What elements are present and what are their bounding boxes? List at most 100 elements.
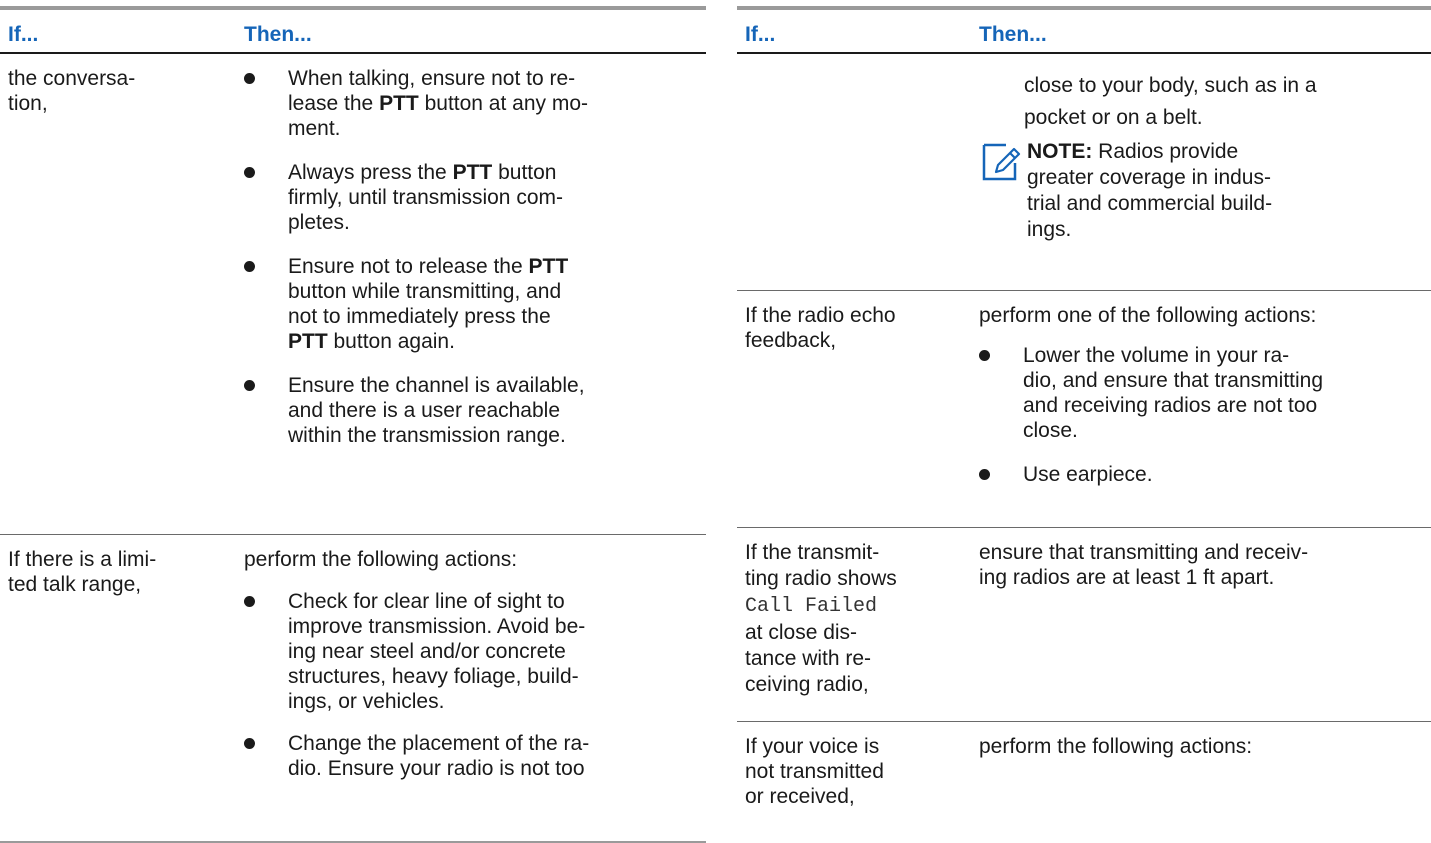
text-run: If the transmit- [745,541,880,564]
screen-message: Call Failed [745,595,878,618]
text-line: ing near steel and/or concrete [288,639,694,664]
if-cell: If the radio echo feedback, [745,303,960,353]
text-line: and receiving radios are not too [1023,393,1429,418]
list-item-text: Ensure the channel is available, and ther… [288,373,694,448]
text-run: ment. [288,117,341,140]
text-run: Lower the volume in your ra- [1023,344,1290,367]
text-line: Always press the PTT button [288,160,694,185]
bullet-icon [979,469,990,480]
text-line: Call Failed [745,592,960,620]
right-table: If... Then... close to your body, such a… [737,6,1431,808]
text-line: ment. [288,116,694,141]
table-header: If... Then... [0,10,706,54]
table-row-echo-feedback: If the radio echo feedback, perform one … [737,290,1431,528]
then-column-header: Then... [244,23,312,46]
text-run: button at any mo- [418,92,589,115]
then-column-header: Then... [979,23,1047,46]
table-row-call-failed: If the transmit-ting radio shows Call Fai… [737,527,1431,722]
then-cell: ensure that transmitting and receiv- ing… [979,540,1429,590]
text-line: firmly, until transmission com- [288,185,694,210]
bullet-list: Lower the volume in your ra-dio, and ens… [979,343,1429,487]
list-item-text: Use earpiece. [1023,462,1429,487]
text-run: Radios provide [1092,140,1239,163]
list-item: When talking, ensure not to re-lease the… [244,66,694,141]
text-line: ings. [1027,217,1407,243]
list-item: Change the placement of the ra-dio. Ensu… [244,731,694,781]
bullet-icon [244,167,255,178]
list-item: Ensure the channel is available, and ther… [244,373,694,448]
bold-term: NOTE: [1027,140,1093,163]
if-column-header: If... [8,23,39,46]
text-line: pletes. [288,210,694,235]
text-line: Ensure not to release the PTT [288,254,694,279]
bullet-icon [244,261,255,272]
list-item: Always press the PTT button firmly, until… [244,160,694,235]
continued-text-line: close to your body, such as in a [1024,74,1317,97]
text-run: pletes. [288,211,350,234]
left-table: If... Then... the conversa- tion, When t… [0,6,706,843]
text-run: dio. Ensure your radio is not too [288,757,585,780]
list-item-text: Ensure not to release the PTT button whil… [288,254,694,354]
text-run: ing near steel and/or concrete [288,640,566,663]
text-line: close. [1023,418,1429,443]
text-line: within the transmission range. [288,423,694,448]
text-line: dio. Ensure your radio is not too [288,756,694,781]
text-run: not to immediately press the [288,305,551,328]
list-item-text: Check for clear line of sight to improve … [288,589,694,714]
text-line: ting radio shows [745,566,960,592]
list-item-text: Always press the PTT button firmly, until… [288,160,694,235]
table-header: If... Then... [737,10,1431,54]
text-line: Lower the volume in your ra- [1023,343,1429,368]
text-run: structures, heavy foliage, build- [288,665,579,688]
text-line: trial and commercial build- [1027,191,1407,217]
if-cell: the conversa- tion, [8,66,223,116]
text-run: and there is a user reachable [288,399,561,422]
bold-term: PTT [452,161,493,184]
text-run: Check for clear line of sight to [288,590,565,613]
text-line: If the transmit- [745,540,960,566]
list-item-text: When talking, ensure not to re-lease the… [288,66,694,141]
text-run: tance with re- [745,647,872,670]
if-column-header: If... [745,23,776,46]
text-line: PTT button again. [288,329,694,354]
bold-term: PTT [528,255,569,278]
text-run: firmly, until transmission com- [288,186,563,209]
text-run: Use earpiece. [1023,463,1153,486]
text-run: ings. [1027,218,1072,241]
text-run: ings, or vehicles. [288,690,445,713]
text-line: not to immediately press the [288,304,694,329]
text-run: Always press the [288,161,453,184]
if-text-line: the conversa- [8,67,136,90]
text-run: Ensure not to release the [288,255,529,278]
bullet-list: Check for clear line of sight to improve … [244,589,694,781]
if-text-line: not transmitted [745,760,884,783]
text-run: at close dis- [745,621,858,644]
text-line: lease the PTT button at any mo- [288,91,694,116]
list-item-text: Lower the volume in your ra-dio, and ens… [1023,343,1429,443]
text-line: ings, or vehicles. [288,689,694,714]
text-line: tance with re- [745,646,960,672]
if-cell: If there is a limi- ted talk range, [8,547,223,597]
bullet-list: When talking, ensure not to re-lease the… [244,66,694,448]
text-run: trial and commercial build- [1027,192,1273,215]
text-line: greater coverage in indus- [1027,165,1407,191]
text-line: improve transmission. Avoid be- [288,614,694,639]
text-run: improve transmission. Avoid be- [288,615,586,638]
text-run: button while transmitting, and [288,280,562,303]
text-run: ceiving radio, [745,673,869,696]
text-run: button [492,161,557,184]
text-line: structures, heavy foliage, build- [288,664,694,689]
table-row-conversation: the conversa- tion, When talking, ensure… [0,54,706,534]
then-cell-continued: close to your body, such as in a pocket … [1024,70,1424,134]
text-run: within the transmission range. [288,424,566,447]
text-run: lease the [288,92,380,115]
list-item: Check for clear line of sight to improve … [244,589,694,714]
text-line: button while transmitting, and [288,279,694,304]
if-text-line: If your voice is [745,735,880,758]
then-text-line: perform the following actions: [979,735,1253,758]
continued-text-line: pocket or on a belt. [1024,106,1203,129]
then-intro: perform one of the following actions: [979,304,1317,327]
text-line: Check for clear line of sight to [288,589,694,614]
text-line: Use earpiece. [1023,462,1429,487]
text-line: Change the placement of the ra- [288,731,694,756]
